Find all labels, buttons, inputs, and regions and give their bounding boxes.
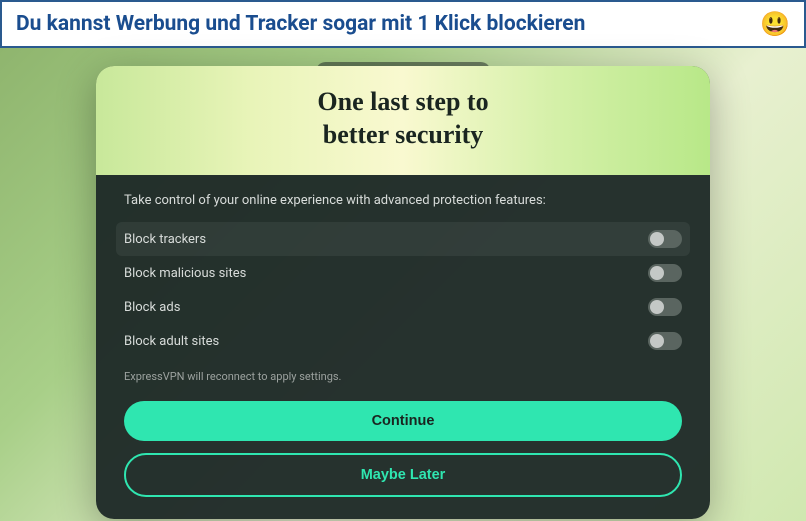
modal-body: Take control of your online experience w…	[96, 175, 710, 519]
toggle-knob-icon	[650, 266, 664, 280]
security-modal: One last step to better security Take co…	[96, 66, 710, 519]
modal-header: One last step to better security	[96, 66, 710, 175]
toggle-knob-icon	[650, 232, 664, 246]
toggle-label: Block ads	[124, 300, 180, 315]
caption-text: Du kannst Werbung und Tracker sogar mit …	[16, 12, 585, 36]
toggle-row-block-trackers: Block trackers	[116, 222, 690, 256]
toggle-label: Block malicious sites	[124, 266, 246, 281]
toggle-switch-block-ads[interactable]	[648, 298, 682, 316]
toggle-row-block-adult: Block adult sites	[124, 324, 682, 358]
app-background: VPN One last step to better security Tak…	[0, 48, 806, 521]
toggle-row-block-ads: Block ads	[124, 290, 682, 324]
toggle-list: Block trackers Block malicious sites Blo…	[124, 222, 682, 358]
modal-title-line2: better security	[323, 120, 484, 149]
toggle-switch-block-adult[interactable]	[648, 332, 682, 350]
continue-button[interactable]: Continue	[124, 401, 682, 441]
toggle-switch-block-trackers[interactable]	[648, 230, 682, 248]
maybe-later-button[interactable]: Maybe Later	[124, 453, 682, 497]
modal-title-line1: One last step to	[317, 87, 488, 116]
smile-emoji-icon: 😃	[760, 10, 790, 38]
caption-bar: Du kannst Werbung und Tracker sogar mit …	[0, 0, 806, 48]
toggle-switch-block-malicious[interactable]	[648, 264, 682, 282]
toggle-row-block-malicious: Block malicious sites	[124, 256, 682, 290]
modal-title: One last step to better security	[120, 86, 686, 151]
modal-description: Take control of your online experience w…	[124, 193, 682, 208]
toggle-knob-icon	[650, 300, 664, 314]
toggle-label: Block trackers	[124, 232, 206, 247]
modal-note: ExpressVPN will reconnect to apply setti…	[124, 370, 682, 383]
toggle-knob-icon	[650, 334, 664, 348]
toggle-label: Block adult sites	[124, 334, 219, 349]
